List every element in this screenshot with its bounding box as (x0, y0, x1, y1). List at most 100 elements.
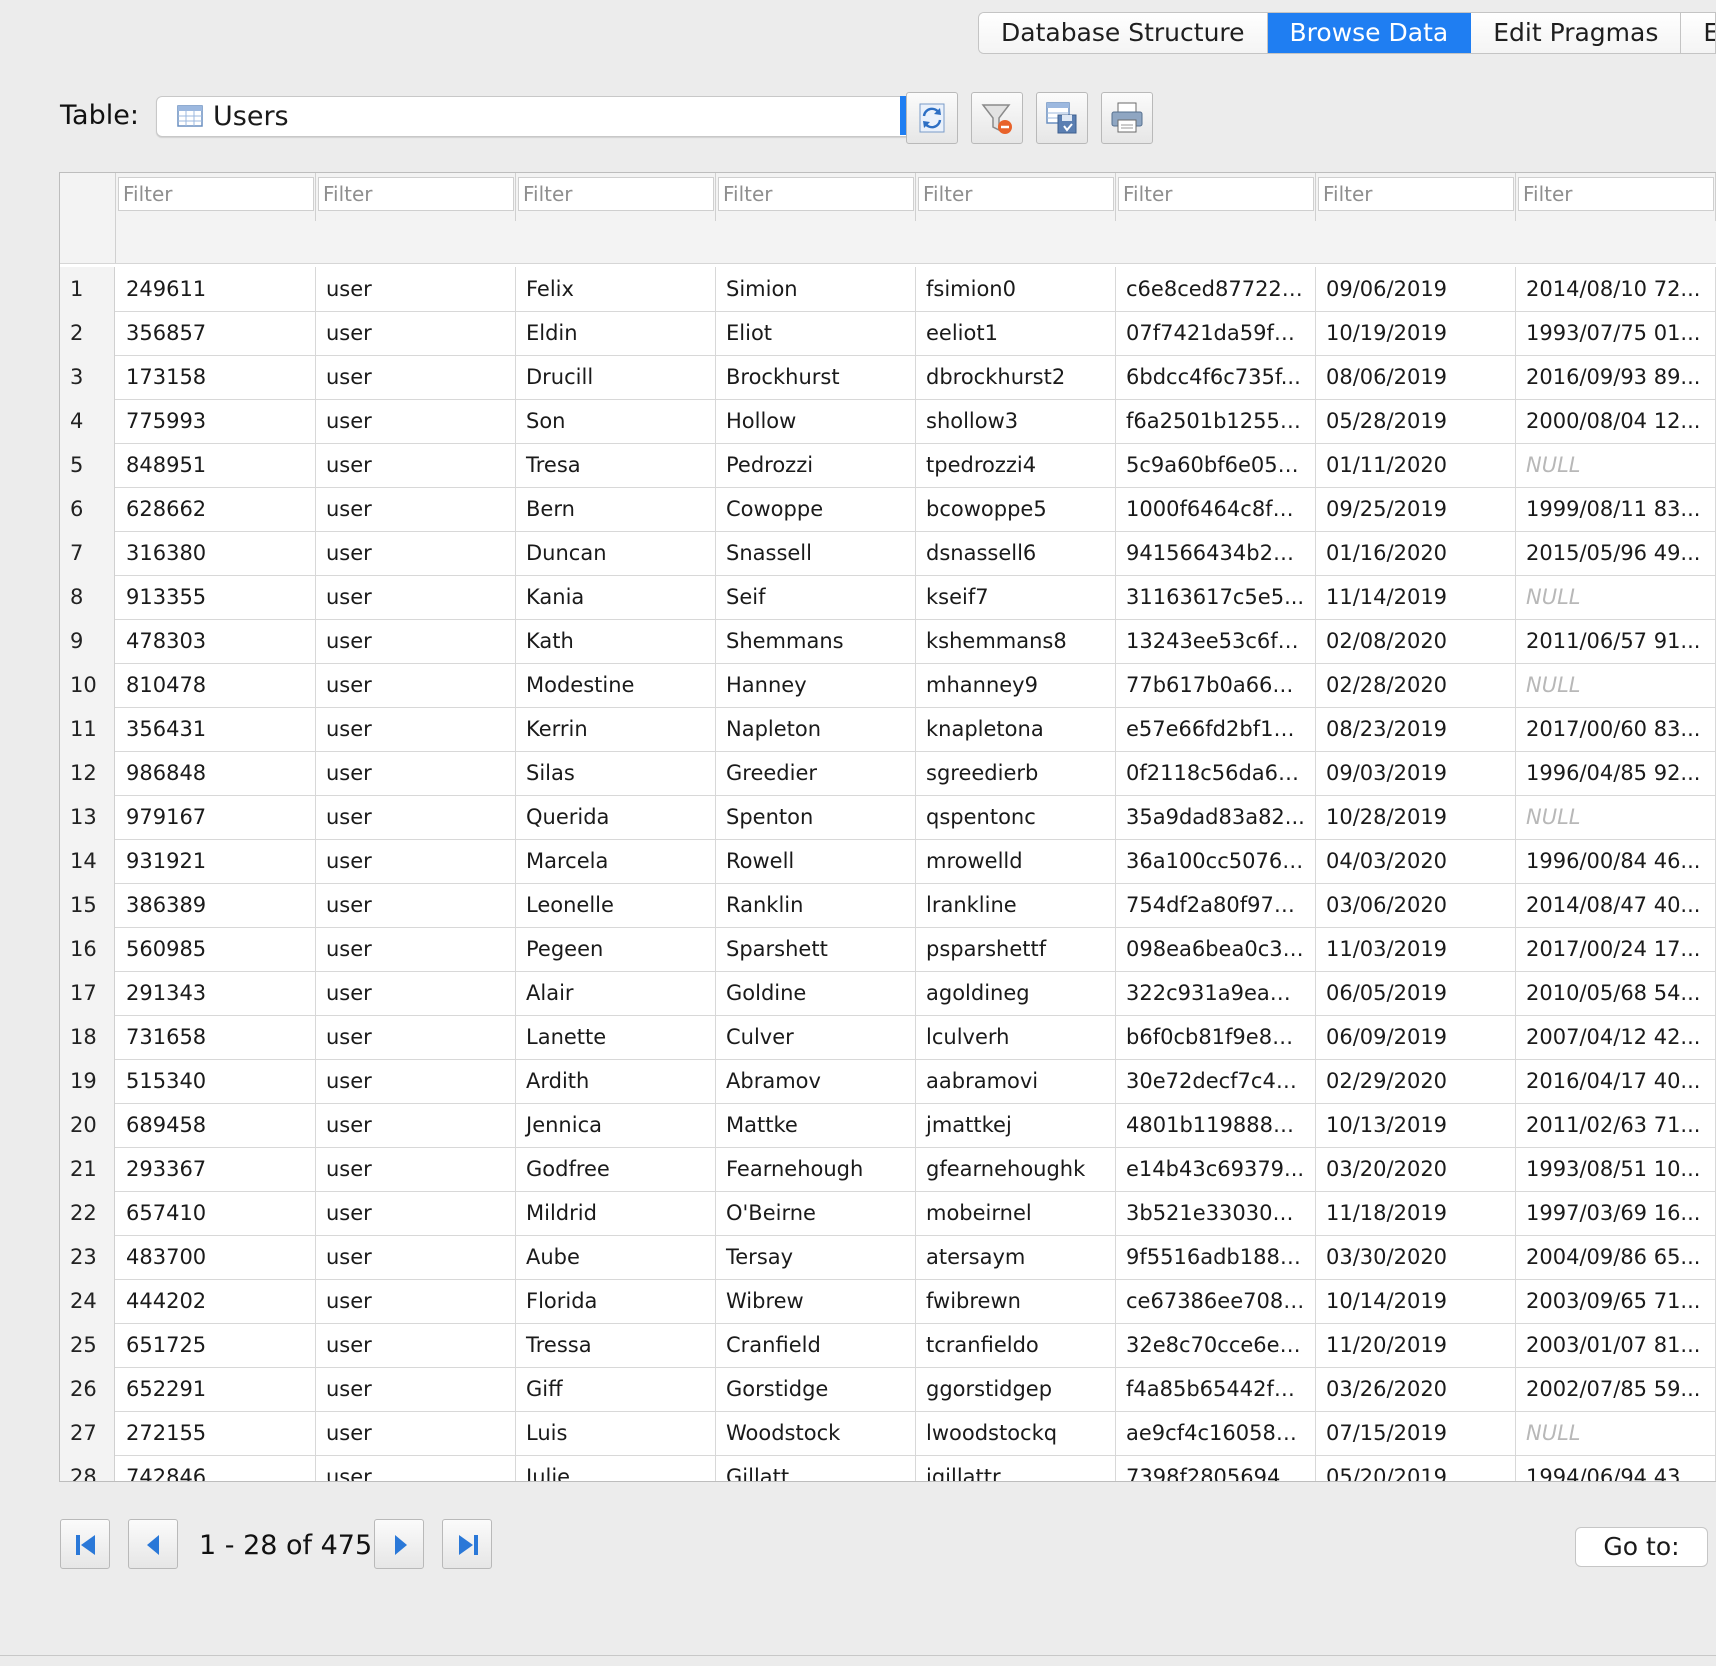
cell-username[interactable]: atersaym (916, 1235, 1116, 1279)
cell-userid[interactable]: 478303 (116, 619, 316, 663)
refresh-button[interactable] (906, 92, 958, 144)
cell-date[interactable]: 09/06/2019 (1316, 267, 1516, 311)
cell-last[interactable]: Hanney (716, 663, 916, 707)
cell-date[interactable]: 05/20/2019 (1316, 1455, 1516, 1481)
cell-type[interactable]: user (316, 1323, 516, 1367)
cell-password[interactable]: 77b617b0a66ff... (1116, 663, 1316, 707)
cell-type[interactable]: user (316, 619, 516, 663)
cell-first[interactable]: Mildrid (516, 1191, 716, 1235)
cell-password[interactable]: 1000f6464c8fe... (1116, 487, 1316, 531)
cell-userid[interactable]: 249611 (116, 267, 316, 311)
cell-password[interactable]: 9f5516adb1887... (1116, 1235, 1316, 1279)
table-row[interactable]: 17 291343 user Alair Goldine agoldineg 322c931… (60, 971, 1716, 1016)
cell-last[interactable]: Hollow (716, 399, 916, 443)
cell-type[interactable]: user (316, 355, 516, 399)
cell-date[interactable]: 03/30/2020 (1316, 1235, 1516, 1279)
cell-username[interactable]: mobeirnel (916, 1191, 1116, 1235)
cell-type[interactable]: user (316, 883, 516, 927)
row-number[interactable]: 18 (60, 1015, 115, 1059)
table-row[interactable]: 4 775993 user Son Hollow shollow3 f6a2501b1255… (60, 399, 1716, 444)
cell-first[interactable]: Ardith (516, 1059, 716, 1103)
table-row[interactable]: 7 316380 user Duncan Snassell dsnassell6 94156… (60, 531, 1716, 576)
table-row[interactable]: 20 689458 user Jennica Mattke jmattkej 4801b11… (60, 1103, 1716, 1148)
table-row[interactable]: 25 651725 user Tressa Cranfield tcranfieldo 32… (60, 1323, 1716, 1368)
cell-type[interactable]: user (316, 575, 516, 619)
row-number[interactable]: 9 (60, 619, 115, 663)
cell-last[interactable]: Ranklin (716, 883, 916, 927)
last-page-button[interactable] (442, 1519, 492, 1569)
cell-last[interactable]: Shemmans (716, 619, 916, 663)
cell-password[interactable]: 941566434b2a... (1116, 531, 1316, 575)
cell-first[interactable]: Kerrin (516, 707, 716, 751)
cell-username[interactable]: kseif7 (916, 575, 1116, 619)
tab-database-structure[interactable]: Database Structure (979, 13, 1268, 53)
cell-username[interactable]: lculverh (916, 1015, 1116, 1059)
cell-password[interactable]: 07f7421da59f2... (1116, 311, 1316, 355)
row-number[interactable]: 20 (60, 1103, 115, 1147)
table-row[interactable]: 26 652291 user Giff Gorstidge ggorstidgep f4a8… (60, 1367, 1716, 1412)
row-number[interactable]: 27 (60, 1411, 115, 1455)
cell-first[interactable]: Luis (516, 1411, 716, 1455)
cell-lastlogin[interactable]: 2004/09/86 65... (1516, 1235, 1716, 1279)
cell-last[interactable]: Fearnehough (716, 1147, 916, 1191)
row-number[interactable]: 1 (60, 267, 115, 311)
cell-first[interactable]: Eldin (516, 311, 716, 355)
cell-date[interactable]: 06/05/2019 (1316, 971, 1516, 1015)
cell-lastlogin[interactable]: 1994/06/94 43... (1516, 1455, 1716, 1481)
cell-password[interactable]: 13243ee53c6f0... (1116, 619, 1316, 663)
table-row[interactable]: 16 560985 user Pegeen Sparshett psparshettf 09… (60, 927, 1716, 972)
cell-lastlogin[interactable]: 1997/03/69 16... (1516, 1191, 1716, 1235)
tab-edit-pragmas[interactable]: Edit Pragmas (1471, 13, 1682, 53)
cell-lastlogin[interactable]: 2007/04/12 42... (1516, 1015, 1716, 1059)
cell-username[interactable]: bcowoppe5 (916, 487, 1116, 531)
cell-last[interactable]: Spenton (716, 795, 916, 839)
row-number[interactable]: 12 (60, 751, 115, 795)
cell-password[interactable]: 4801b1198888... (1116, 1103, 1316, 1147)
filter-input-lastlogin[interactable] (1519, 178, 1713, 210)
cell-type[interactable]: user (316, 707, 516, 751)
table-row[interactable]: 9 478303 user Kath Shemmans kshemmans8 13243ee… (60, 619, 1716, 664)
table-row[interactable]: 14 931921 user Marcela Rowell mrowelld 36a100c… (60, 839, 1716, 884)
row-number[interactable]: 4 (60, 399, 115, 443)
cell-lastlogin[interactable]: NULL (1516, 443, 1716, 487)
cell-userid[interactable]: 657410 (116, 1191, 316, 1235)
cell-type[interactable]: user (316, 663, 516, 707)
cell-last[interactable]: Gillatt (716, 1455, 916, 1481)
filter-input-username[interactable] (919, 178, 1113, 210)
cell-userid[interactable]: 931921 (116, 839, 316, 883)
cell-password[interactable]: 5c9a60bf6e056... (1116, 443, 1316, 487)
cell-userid[interactable]: 979167 (116, 795, 316, 839)
row-number[interactable]: 21 (60, 1147, 115, 1191)
cell-username[interactable]: knapletona (916, 707, 1116, 751)
cell-last[interactable]: Cranfield (716, 1323, 916, 1367)
cell-lastlogin[interactable]: 2015/05/96 49... (1516, 531, 1716, 575)
table-row[interactable]: 15 386389 user Leonelle Ranklin lrankline 754d… (60, 883, 1716, 928)
cell-password[interactable]: 6bdcc4f6c735f... (1116, 355, 1316, 399)
clear-filters-button[interactable] (971, 92, 1023, 144)
row-number[interactable]: 5 (60, 443, 115, 487)
cell-lastlogin[interactable]: NULL (1516, 1411, 1716, 1455)
cell-password[interactable]: b6f0cb81f9e80... (1116, 1015, 1316, 1059)
cell-username[interactable]: fwibrewn (916, 1279, 1116, 1323)
cell-type[interactable]: user (316, 531, 516, 575)
filter-input-last[interactable] (719, 178, 913, 210)
cell-first[interactable]: Godfree (516, 1147, 716, 1191)
table-row[interactable]: 2 356857 user Eldin Eliot eeliot1 07f7421da59f… (60, 311, 1716, 356)
table-row[interactable]: 10 810478 user Modestine Hanney mhanney9 77b61… (60, 663, 1716, 708)
cell-username[interactable]: dsnassell6 (916, 531, 1116, 575)
table-row[interactable]: 18 731658 user Lanette Culver lculverh b6f0cb8… (60, 1015, 1716, 1060)
cell-lastlogin[interactable]: 2002/07/85 59... (1516, 1367, 1716, 1411)
cell-lastlogin[interactable]: 1999/08/11 83... (1516, 487, 1716, 531)
cell-type[interactable]: user (316, 795, 516, 839)
cell-date[interactable]: 11/20/2019 (1316, 1323, 1516, 1367)
cell-date[interactable]: 08/06/2019 (1316, 355, 1516, 399)
cell-date[interactable]: 04/03/2020 (1316, 839, 1516, 883)
row-number[interactable]: 7 (60, 531, 115, 575)
cell-password[interactable]: ce67386ee7088... (1116, 1279, 1316, 1323)
cell-type[interactable]: user (316, 1059, 516, 1103)
cell-username[interactable]: ggorstidgep (916, 1367, 1116, 1411)
cell-date[interactable]: 09/03/2019 (1316, 751, 1516, 795)
cell-type[interactable]: user (316, 839, 516, 883)
cell-type[interactable]: user (316, 1367, 516, 1411)
cell-lastlogin[interactable]: 2014/08/10 72... (1516, 267, 1716, 311)
